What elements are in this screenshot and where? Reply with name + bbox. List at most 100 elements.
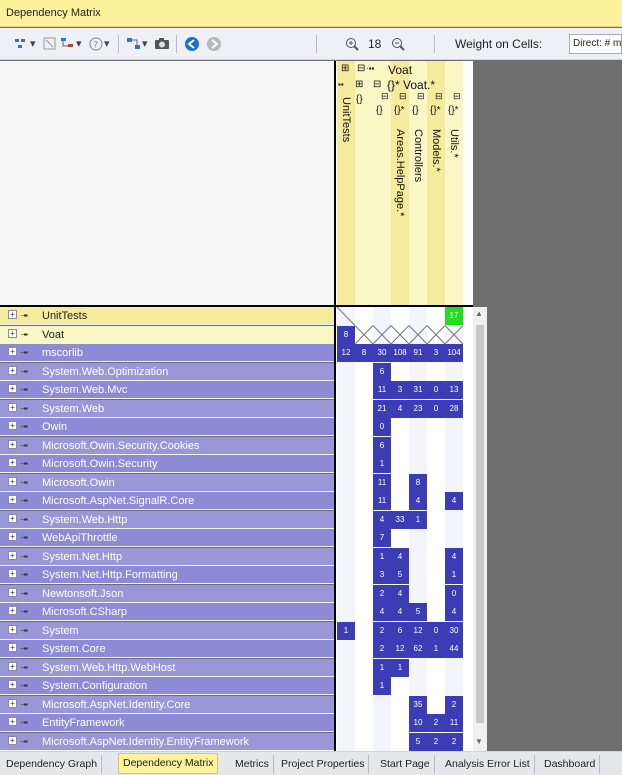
matrix-cell[interactable] [445, 659, 463, 677]
matrix-cell[interactable] [337, 381, 355, 399]
matrix-cell[interactable] [355, 548, 373, 566]
expand-icon[interactable]: + [8, 495, 17, 504]
matrix-cell[interactable]: 35 [409, 695, 427, 714]
matrix-row-header[interactable]: + ··▪▪ System [0, 621, 334, 640]
matrix-cell[interactable] [337, 640, 355, 658]
matrix-cell[interactable]: 31 [409, 381, 427, 399]
expand-icon[interactable]: + [8, 439, 17, 449]
matrix-cell[interactable]: 11 [373, 473, 391, 492]
matrix-row-header[interactable]: + ··▪▪ Microsoft.AspNet.SignalR.Core [0, 492, 334, 510]
matrix-cell[interactable]: 11 [373, 381, 391, 399]
document-tab[interactable]: Dependency Matrix [118, 753, 219, 774]
matrix-cell[interactable] [445, 326, 463, 344]
expand-icon[interactable]: + [8, 402, 17, 412]
matrix-cell[interactable] [355, 326, 373, 344]
matrix-cell[interactable] [409, 566, 427, 584]
matrix-cell[interactable] [391, 307, 409, 325]
matrix-cell[interactable]: 0 [373, 418, 391, 436]
matrix-cell[interactable] [445, 529, 463, 547]
expand-icon[interactable]: + [8, 680, 17, 689]
document-tab[interactable]: Analysis Error List [441, 755, 535, 774]
matrix-cell[interactable] [427, 437, 445, 455]
matrix-cell[interactable] [409, 326, 427, 344]
matrix-cell[interactable] [373, 326, 391, 344]
expand-icon[interactable]: + [8, 458, 17, 467]
matrix-cell[interactable] [445, 474, 463, 492]
matrix-cell[interactable] [445, 437, 463, 455]
matrix-cell[interactable] [337, 492, 355, 510]
matrix-cell[interactable] [427, 529, 445, 547]
matrix-cell[interactable]: 6 [373, 362, 391, 381]
matrix-cell[interactable]: 1 [373, 658, 391, 677]
matrix-cell[interactable] [391, 733, 409, 751]
matrix-row-header[interactable]: + ··▪▪ System.Web.Http [0, 510, 334, 529]
matrix-cell[interactable]: 1 [409, 510, 427, 529]
matrix-cell[interactable]: 91 [409, 344, 427, 362]
matrix-cell[interactable]: 11 [373, 492, 391, 510]
matrix-row-header[interactable]: + ··▪▪ Newtonsoft.Json [0, 584, 334, 603]
matrix-cell[interactable]: 2 [373, 584, 391, 603]
matrix-cell[interactable]: 1 [337, 621, 355, 640]
matrix-cell[interactable] [445, 677, 463, 695]
matrix-cell[interactable] [391, 677, 409, 695]
matrix-cell[interactable]: 1 [373, 677, 391, 695]
expand-icon[interactable]: + [8, 643, 17, 652]
matrix-cell[interactable] [337, 400, 355, 418]
matrix-cell[interactable]: 0 [427, 621, 445, 640]
matrix-cell[interactable] [427, 696, 445, 714]
matrix-row-header[interactable]: + ··▪▪ System.Web.Mvc [0, 381, 334, 399]
matrix-cell[interactable] [391, 326, 409, 344]
matrix-cell[interactable]: 33 [391, 510, 409, 529]
matrix-cell[interactable]: 2 [445, 695, 463, 714]
matrix-cell[interactable]: 13 [445, 381, 463, 399]
matrix-cell[interactable]: 5 [409, 732, 427, 751]
matrix-cell[interactable]: 23 [409, 399, 427, 418]
matrix-row-header[interactable]: + ··▪▪ Microsoft.AspNet.Identity.Core [0, 695, 334, 714]
expand-icon[interactable]: + [8, 624, 17, 634]
matrix-row-header[interactable]: + ··▪▪ System.Web.Optimization [0, 362, 334, 381]
matrix-cell[interactable] [337, 714, 355, 732]
matrix-cell[interactable]: 21 [373, 399, 391, 418]
matrix-cell[interactable] [355, 622, 373, 640]
expand-icon[interactable]: + [8, 606, 17, 615]
matrix-cell[interactable]: 4 [445, 492, 463, 510]
back-icon[interactable] [184, 36, 200, 52]
matrix-cell[interactable]: 11 [445, 714, 463, 732]
matrix-row-header[interactable]: + ··▪▪ WebApiThrottle [0, 529, 334, 547]
matrix-cell[interactable] [427, 511, 445, 529]
matrix-cell[interactable] [337, 455, 355, 473]
matrix-options-icon[interactable] [14, 36, 30, 52]
matrix-cell[interactable] [427, 418, 445, 436]
matrix-cell[interactable] [427, 585, 445, 603]
matrix-cell[interactable] [355, 566, 373, 584]
matrix-row-header[interactable]: + ··▪▪ Microsoft.Owin [0, 473, 334, 492]
matrix-cell[interactable]: 2 [373, 621, 391, 640]
matrix-cell[interactable]: 2 [427, 714, 445, 732]
matrix-cell[interactable] [355, 418, 373, 436]
matrix-cell[interactable] [355, 437, 373, 455]
matrix-cell[interactable] [355, 733, 373, 751]
dropdown-arrow-icon[interactable]: ▾ [142, 37, 148, 51]
matrix-cell[interactable] [427, 659, 445, 677]
matrix-cell[interactable] [409, 548, 427, 566]
matrix-cell[interactable]: 1 [373, 455, 391, 473]
matrix-row-header[interactable]: + ··▪▪ Microsoft.Owin.Security [0, 455, 334, 473]
matrix-cell[interactable] [427, 603, 445, 621]
matrix-cell[interactable]: 7 [373, 529, 391, 547]
matrix-cell[interactable] [445, 455, 463, 473]
matrix-cell[interactable] [427, 307, 445, 325]
matrix-cell[interactable]: 2 [427, 732, 445, 751]
matrix-cell[interactable] [409, 677, 427, 695]
matrix-cell[interactable]: 8 [355, 344, 373, 362]
expand-icon[interactable]: + [8, 365, 17, 375]
matrix-cell[interactable]: 104 [445, 344, 463, 362]
info-icon[interactable]: ? [88, 36, 104, 52]
vertical-scrollbar[interactable]: ▲ ▼ [473, 307, 487, 751]
matrix-cell[interactable]: 4 [391, 584, 409, 603]
matrix-cell[interactable] [355, 381, 373, 399]
matrix-cell[interactable]: 0 [427, 381, 445, 399]
matrix-cell[interactable]: 2 [373, 640, 391, 658]
matrix-cell[interactable] [355, 511, 373, 529]
matrix-cell[interactable] [337, 677, 355, 695]
matrix-row-header[interactable]: + ··▪▪ Owin [0, 418, 334, 436]
